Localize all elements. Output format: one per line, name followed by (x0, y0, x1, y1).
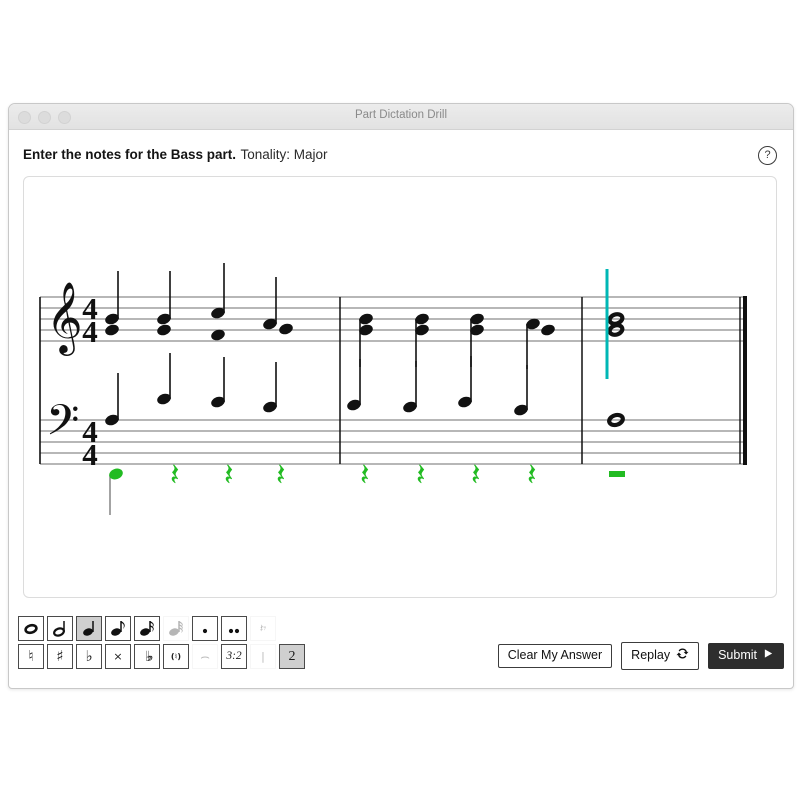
treble-clef-icon: 𝄞 (46, 280, 83, 356)
quarter-rest-7[interactable]: 𝄽 (471, 457, 481, 493)
flat-button[interactable]: ♭ (76, 644, 102, 669)
courtesy-accidental-button[interactable]: (♮) (163, 644, 189, 669)
tuplet-button[interactable]: 3:2 (221, 644, 247, 669)
voice-two-button[interactable]: 2 (279, 644, 305, 669)
dot-button[interactable] (192, 616, 218, 641)
tie-button: ⌢ (192, 644, 218, 669)
music-score[interactable]: 𝄞 𝄢 4 4 4 4 𝄽 𝄽 𝄽 𝄽 𝄽 𝄽 𝄽 (24, 177, 776, 597)
prompt-tonality: Tonality: Major (240, 147, 328, 162)
prompt-header: Enter the notes for the Bass part. Tonal… (23, 146, 779, 168)
quarter-note-button[interactable] (76, 616, 102, 641)
prompt-instruction: Enter the notes for the Bass part. (23, 147, 237, 162)
staff-system: 𝄞 𝄢 4 4 4 4 𝄽 𝄽 𝄽 𝄽 𝄽 𝄽 𝄽 (39, 263, 747, 515)
half-note-button[interactable] (47, 616, 73, 641)
final-barline-thick (743, 296, 747, 465)
treble-staff-lines (40, 296, 746, 342)
svg-text:4: 4 (82, 314, 98, 349)
quarter-rest-6[interactable]: 𝄽 (416, 457, 426, 493)
quarter-rest-4[interactable]: 𝄽 (276, 457, 286, 493)
submit-label: Submit (718, 647, 757, 662)
replay-button[interactable]: Replay (621, 642, 700, 670)
tuplet-icon: 3:2 (226, 649, 242, 662)
clear-my-answer-button[interactable]: Clear My Answer (497, 643, 613, 669)
score-panel[interactable]: 𝄞 𝄢 4 4 4 4 𝄽 𝄽 𝄽 𝄽 𝄽 𝄽 𝄽 (23, 176, 777, 598)
svg-text:4: 4 (82, 437, 98, 472)
natural-icon: ♮ (28, 647, 34, 665)
bass-staff-lines (40, 419, 746, 465)
sharp-icon: ♯ (56, 647, 64, 665)
help-circle-icon[interactable]: ? (758, 146, 777, 165)
bass-clef-icon: 𝄢 (46, 396, 79, 456)
treble-measure-3-wholenote-chord (607, 312, 625, 337)
quarter-rest-2[interactable]: 𝄽 (170, 457, 180, 493)
eighth-note-button[interactable] (105, 616, 131, 641)
double-sharp-icon: × (113, 650, 123, 663)
barline-button: | (250, 644, 276, 669)
bass-measure-1-notes (105, 353, 277, 426)
double-flat-icon: ♭♭ (145, 648, 154, 665)
bracket-accidental-icon: (♮) (170, 651, 182, 661)
double-flat-button[interactable]: ♭♭ (134, 644, 160, 669)
action-button-bar: Clear My Answer Replay Submit (497, 642, 784, 670)
answer-entry-row[interactable]: 𝄽 𝄽 𝄽 𝄽 𝄽 𝄽 𝄽 (108, 457, 625, 515)
natural-button[interactable]: ♮ (18, 644, 44, 669)
voice-two-icon: 2 (288, 648, 296, 664)
replay-label: Replay (631, 647, 671, 662)
treble-time-signature: 4 4 (82, 291, 98, 349)
accidental-palette: ♮ ♯ ♭ × ♭♭ (♮) ⌢ 3:2 | 2 (18, 644, 305, 669)
window-titlebar: Part Dictation Drill (9, 104, 793, 130)
bass-measure-2-notes (347, 356, 528, 416)
note-duration-palette: 𝄽𝄾 (18, 616, 276, 641)
answer-note-1[interactable] (108, 467, 125, 515)
quarter-rest-3[interactable]: 𝄽 (224, 457, 234, 493)
refresh-icon (676, 647, 689, 664)
sixteenth-note-button[interactable] (134, 616, 160, 641)
tie-icon: ⌢ (200, 647, 210, 665)
rest-button: 𝄽𝄾 (250, 616, 276, 641)
window-title: Part Dictation Drill (354, 109, 448, 121)
play-triangle-icon (763, 648, 774, 663)
flat-icon: ♭ (85, 647, 93, 665)
bass-time-signature: 4 4 (82, 414, 98, 472)
whole-note-button[interactable] (18, 616, 44, 641)
application-window: Part Dictation Drill Enter the notes for… (8, 103, 794, 689)
quarter-rest-8[interactable]: 𝄽 (527, 457, 537, 493)
thirtysecond-note-button (163, 616, 189, 641)
whole-rest-9[interactable] (609, 471, 625, 477)
app-root: Part Dictation Drill Enter the notes for… (0, 0, 800, 800)
answer-rests[interactable]: 𝄽 𝄽 𝄽 𝄽 𝄽 𝄽 𝄽 (170, 457, 537, 493)
submit-button[interactable]: Submit (708, 643, 784, 669)
clear-my-answer-label: Clear My Answer (507, 647, 603, 662)
double-dot-button[interactable] (221, 616, 247, 641)
quarter-rest-5[interactable]: 𝄽 (360, 457, 370, 493)
sharp-button[interactable]: ♯ (47, 644, 73, 669)
barline-icon: | (261, 650, 265, 663)
double-sharp-button[interactable]: × (105, 644, 131, 669)
